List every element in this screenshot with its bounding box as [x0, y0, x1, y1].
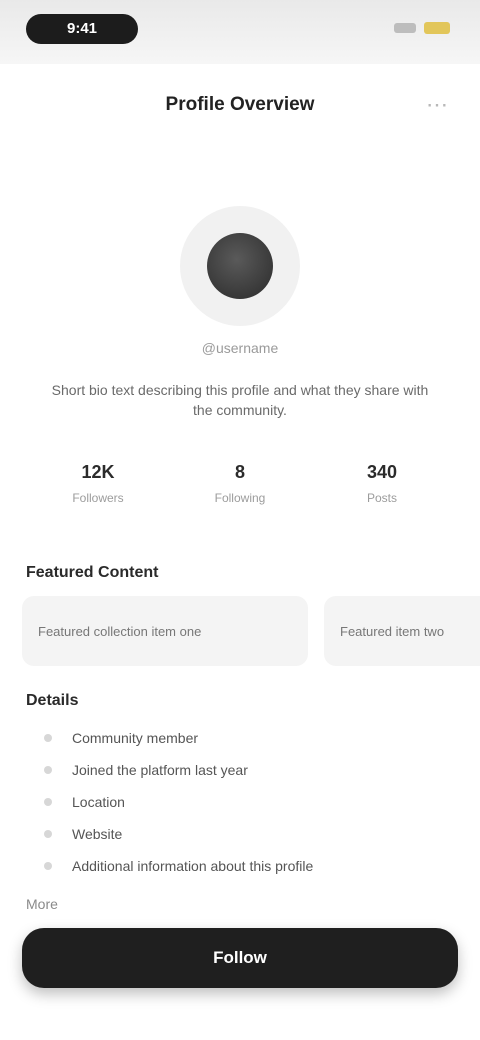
list-item: Additional information about this profil… [26, 850, 456, 882]
featured-carousel[interactable]: Featured collection item one Featured it… [0, 596, 480, 666]
section-title-more: More [26, 896, 58, 912]
battery-icon [424, 22, 450, 34]
avatar-container[interactable] [180, 206, 300, 326]
status-icons [394, 22, 450, 34]
stat-value: 12K [81, 462, 115, 482]
stat-followers[interactable]: 12K Followers [38, 462, 158, 505]
list-item: Joined the platform last year [26, 754, 456, 786]
stat-following[interactable]: 8 Following [180, 462, 300, 505]
stat-value: 8 [234, 462, 245, 482]
list-item-label: Community member [72, 730, 199, 746]
stat-posts[interactable]: 340 Posts [322, 462, 442, 505]
stat-label: Followers [72, 491, 124, 505]
status-time: 9:41 [66, 20, 98, 37]
profile-name: @username [201, 340, 279, 356]
list-item-label: Website [72, 826, 123, 842]
section-title-featured: Featured Content [26, 564, 159, 581]
list-item[interactable]: Website [26, 818, 456, 850]
list-item: Location [26, 786, 456, 818]
list-item-label: Location [72, 794, 125, 810]
bullet-icon [44, 798, 52, 806]
stat-label: Following [214, 491, 266, 505]
more-icon[interactable]: ⋯ [422, 90, 452, 120]
signal-icon [394, 23, 416, 33]
list-item: Community member [26, 722, 456, 754]
avatar [207, 233, 273, 299]
profile-bio: Short bio text describing this profile a… [51, 382, 429, 418]
featured-card[interactable]: Featured collection item one [22, 596, 308, 666]
bullet-icon [44, 734, 52, 742]
list-item-label: Joined the platform last year [72, 762, 248, 778]
stat-value: 340 [366, 462, 398, 482]
header: Profile Overview ⋯ [0, 64, 480, 154]
stats-row: 12K Followers 8 Following 340 Posts [0, 462, 480, 522]
bullet-icon [44, 830, 52, 838]
section-title-details: Details [26, 692, 79, 709]
status-bar: 9:41 [0, 0, 480, 64]
featured-card[interactable]: Featured item two [324, 596, 480, 666]
bullet-icon [44, 766, 52, 774]
details-list: Community member Joined the platform las… [26, 722, 456, 882]
follow-button[interactable]: Follow [22, 928, 458, 988]
bullet-icon [44, 862, 52, 870]
page-title: Profile Overview [165, 94, 315, 115]
list-item-label: Additional information about this profil… [72, 858, 314, 874]
stat-label: Posts [366, 491, 397, 505]
